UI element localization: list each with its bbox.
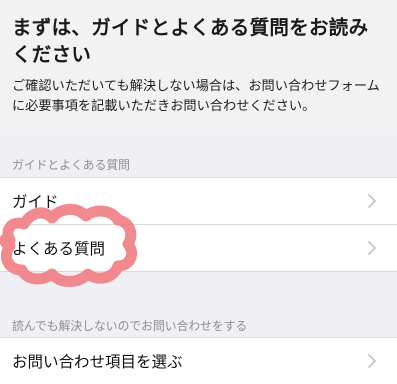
header: まずは、ガイドとよくある質問をお読みください ご確認いただいても解決しない場合は… (0, 0, 397, 135)
list-item-label: ガイド (12, 193, 59, 211)
section-label-contact: 読んでも解決しないのでお問い合わせをする (12, 319, 248, 333)
chevron-right-icon (368, 354, 376, 368)
page-description: ご確認いただいても解決しない場合は、お問い合わせフォームに必要事項を記載いただき… (12, 79, 380, 114)
section-label-guide-faq: ガイドとよくある質問 (12, 158, 130, 172)
list-item-contact[interactable]: お問い合わせ項目を選ぶ (0, 338, 397, 384)
list-item-guide[interactable]: ガイド (0, 178, 397, 224)
chevron-right-icon (368, 241, 376, 255)
chevron-right-icon (368, 194, 376, 208)
divider (0, 271, 397, 272)
list-item-label: お問い合わせ項目を選ぶ (12, 353, 183, 371)
list-item-label: よくある質問 (12, 240, 106, 258)
list-item-faq[interactable]: よくある質問 (0, 225, 397, 271)
page-title: まずは、ガイドとよくある質問をお読みください (12, 16, 369, 66)
